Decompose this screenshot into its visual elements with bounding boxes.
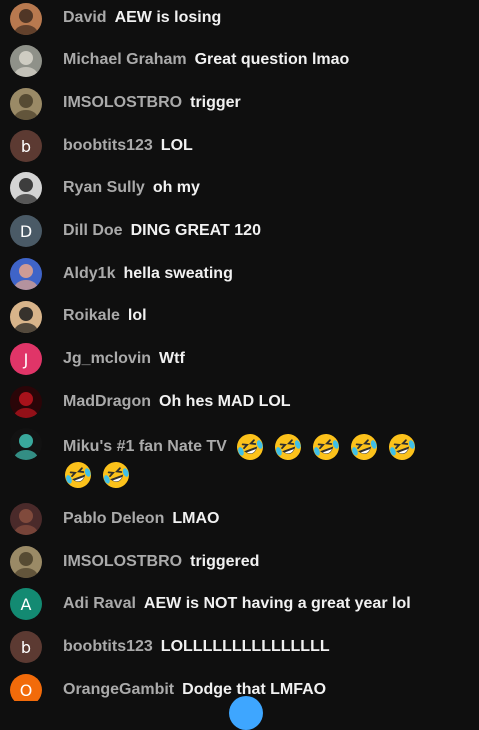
chat-message-text: triggered bbox=[190, 553, 260, 570]
chat-author-name[interactable]: OrangeGambit bbox=[63, 681, 174, 698]
chat-message-line: Miku's #1 fan Nate TV bbox=[63, 432, 469, 462]
chat-message-line: MadDragon Oh hes MAD LOL bbox=[63, 391, 469, 413]
emoji-group-continued bbox=[63, 460, 139, 490]
rolling-on-floor-laughing-emoji bbox=[101, 460, 131, 490]
avatar-photo bbox=[10, 45, 42, 77]
chat-message-text: AEW is losing bbox=[114, 9, 222, 26]
chat-author-name[interactable]: IMSOLOSTBRO bbox=[63, 553, 182, 570]
chat-message-text: Great question lmao bbox=[194, 51, 350, 68]
chat-message-text: LOLLLLLLLLLLLLLLL bbox=[160, 638, 330, 655]
emoji-group bbox=[235, 432, 425, 462]
chat-message-line: Ryan Sully oh my bbox=[63, 177, 469, 199]
avatar-photo bbox=[10, 258, 42, 290]
avatar-photo bbox=[10, 386, 42, 418]
rolling-on-floor-laughing-emoji bbox=[235, 432, 265, 462]
avatar-photo bbox=[10, 503, 42, 535]
chat-message-line: David AEW is losing bbox=[63, 7, 469, 29]
chat-message-text: Dodge that LMFAO bbox=[182, 681, 327, 698]
chat-message-line: Michael Graham Great question lmao bbox=[63, 49, 469, 71]
chat-message-text: LOL bbox=[160, 137, 193, 154]
chat-author-name[interactable]: Adi Raval bbox=[63, 595, 136, 612]
chat-message-text: DING GREAT 120 bbox=[130, 222, 261, 239]
chat-message-text: oh my bbox=[152, 179, 200, 196]
chat-author-name[interactable]: Roikale bbox=[63, 307, 120, 324]
avatar-photo bbox=[10, 3, 42, 35]
rolling-on-floor-laughing-emoji bbox=[273, 432, 303, 462]
chat-message-line: boobtits123 LOL bbox=[63, 135, 469, 157]
avatar-photo bbox=[10, 301, 42, 333]
chat-message-line: Jg_mclovin Wtf bbox=[63, 348, 469, 370]
chat-message-text: LMAO bbox=[172, 510, 220, 527]
chat-message-line: boobtits123 LOLLLLLLLLLLLLLLL bbox=[63, 636, 469, 658]
chat-message-line: IMSOLOSTBRO triggered bbox=[63, 551, 469, 573]
chat-message-text: hella sweating bbox=[123, 265, 233, 282]
chat-message-line: OrangeGambit Dodge that LMFAO bbox=[63, 679, 469, 701]
rolling-on-floor-laughing-emoji bbox=[387, 432, 417, 462]
chat-message-text: Oh hes MAD LOL bbox=[159, 393, 291, 410]
chat-message-text: lol bbox=[127, 307, 147, 324]
scroll-to-bottom-button[interactable] bbox=[229, 696, 263, 730]
chat-message-line: Adi Raval AEW is NOT having a great year … bbox=[63, 593, 469, 615]
avatar-letter: A bbox=[10, 588, 42, 620]
avatar-letter: D bbox=[10, 215, 42, 247]
chat-message-line: Dill Doe DING GREAT 120 bbox=[63, 220, 469, 242]
rolling-on-floor-laughing-emoji bbox=[349, 432, 379, 462]
avatar-photo bbox=[10, 546, 42, 578]
avatar-letter: b bbox=[10, 130, 42, 162]
chat-author-name[interactable]: boobtits123 bbox=[63, 137, 153, 154]
chat-author-name[interactable]: MadDragon bbox=[63, 393, 151, 410]
chat-author-name[interactable]: David bbox=[63, 9, 107, 26]
chat-author-name[interactable]: Aldy1k bbox=[63, 265, 115, 282]
chat-author-name[interactable]: Pablo Deleon bbox=[63, 510, 164, 527]
chat-message-line: IMSOLOSTBRO trigger bbox=[63, 92, 469, 114]
chat-author-name[interactable]: Michael Graham bbox=[63, 51, 187, 68]
chat-message-line: Pablo Deleon LMAO bbox=[63, 508, 469, 530]
chat-message-line: Aldy1k hella sweating bbox=[63, 263, 469, 285]
chat-author-name[interactable]: Ryan Sully bbox=[63, 179, 145, 196]
chat-message-text: Wtf bbox=[159, 350, 185, 367]
avatar-letter: b bbox=[10, 631, 42, 663]
rolling-on-floor-laughing-emoji bbox=[63, 460, 93, 490]
chat-message-text: trigger bbox=[190, 94, 241, 111]
live-chat-list: David AEW is losing Michael Graham Great qu… bbox=[0, 0, 479, 701]
avatar-letter: O bbox=[10, 674, 42, 701]
chat-author-name[interactable]: Jg_mclovin bbox=[63, 350, 151, 367]
chat-author-name[interactable]: Miku's #1 fan Nate TV bbox=[63, 438, 227, 455]
avatar-photo bbox=[10, 172, 42, 204]
chat-message-text: AEW is NOT having a great year lol bbox=[143, 595, 411, 612]
chat-message-line: Roikale lol bbox=[63, 305, 469, 327]
rolling-on-floor-laughing-emoji bbox=[311, 432, 341, 462]
avatar-photo bbox=[10, 88, 42, 120]
chat-author-name[interactable]: boobtits123 bbox=[63, 638, 153, 655]
chat-author-name[interactable]: IMSOLOSTBRO bbox=[63, 94, 182, 111]
avatar-photo bbox=[10, 428, 42, 460]
avatar-letter: J bbox=[10, 343, 42, 375]
chat-author-name[interactable]: Dill Doe bbox=[63, 222, 123, 239]
